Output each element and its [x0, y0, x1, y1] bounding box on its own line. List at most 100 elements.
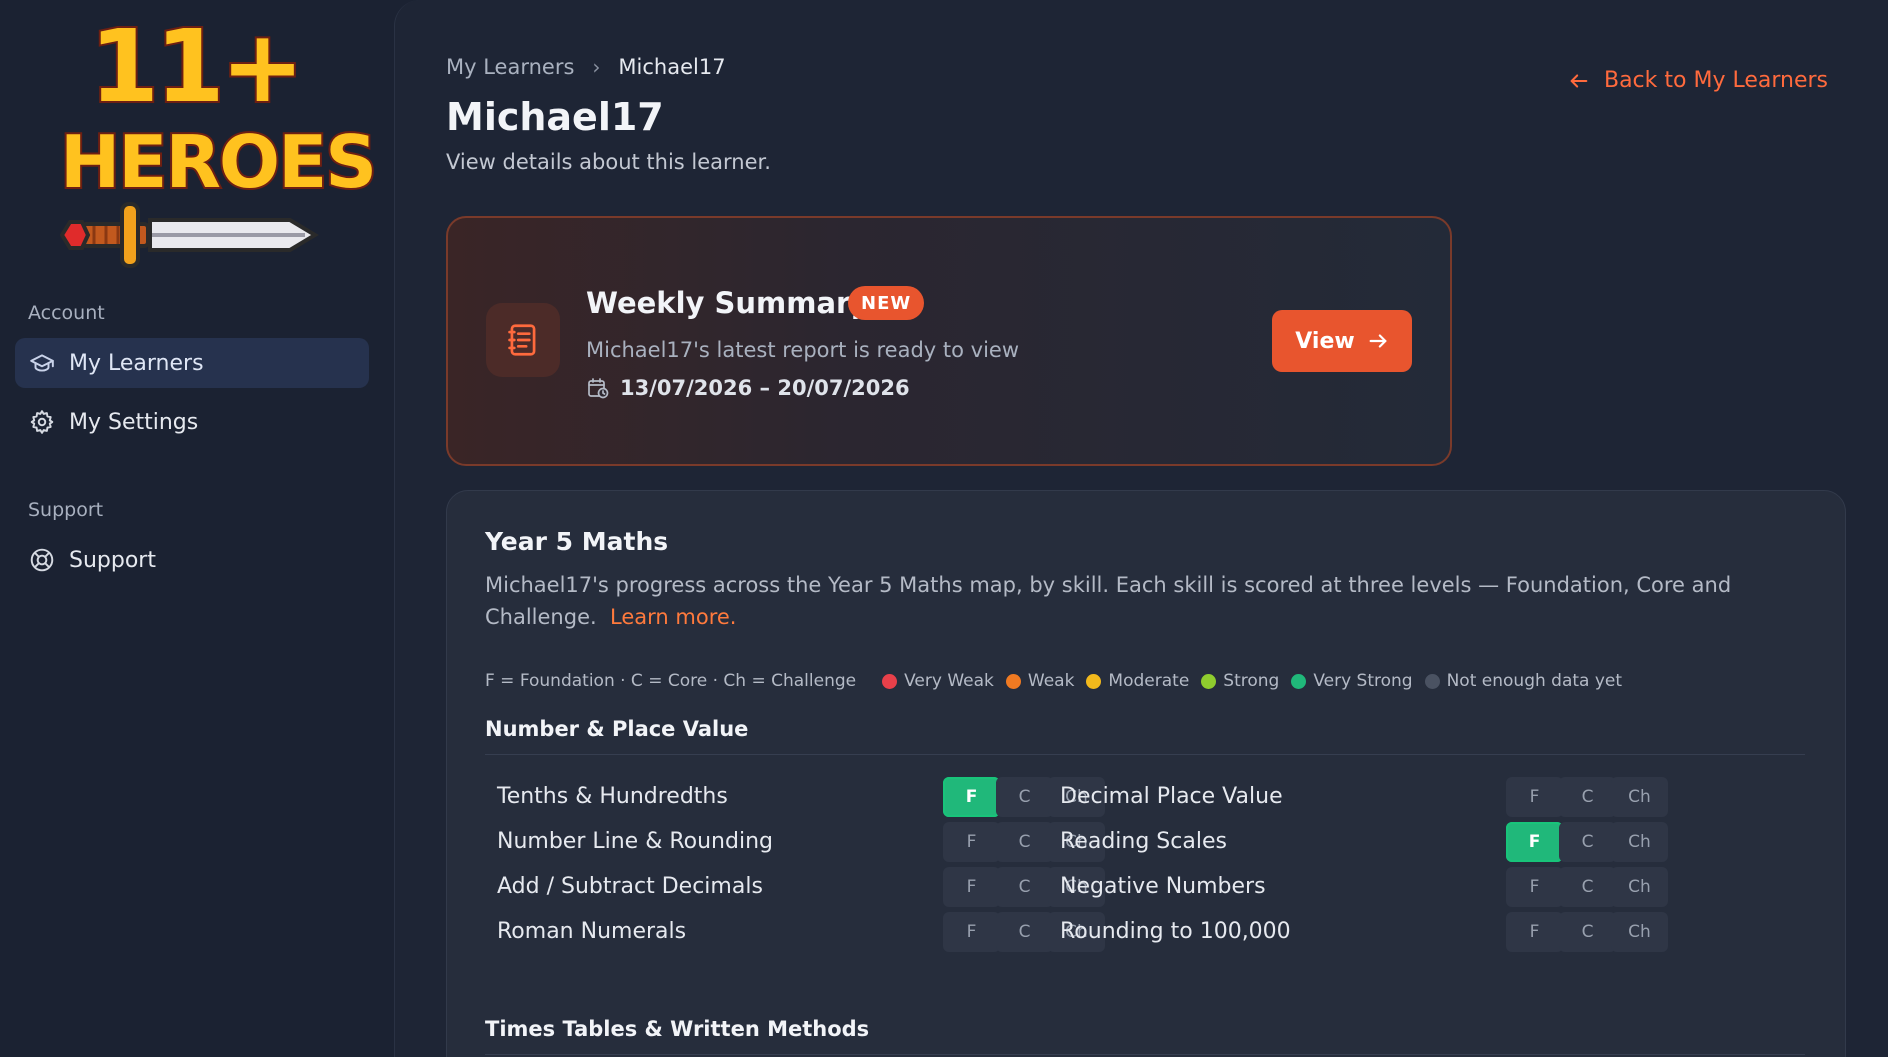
legend-dot	[1086, 673, 1102, 689]
arrow-right-icon	[1369, 334, 1387, 348]
sidebar-item-my-settings[interactable]: My Settings	[15, 397, 369, 447]
skill-name: Reading Scales	[1060, 829, 1227, 854]
legend-item: Moderate	[1086, 671, 1189, 691]
logo-line-2: HEROES	[58, 118, 379, 206]
new-badge: NEW	[848, 286, 925, 320]
skill-level-ch[interactable]: Ch	[1611, 822, 1668, 862]
legend-label: Very Weak	[904, 671, 994, 691]
back-to-my-learners-link[interactable]: Back to My Learners	[1568, 68, 1828, 93]
skill-level-f[interactable]: F	[1506, 777, 1563, 817]
skill-row: Rounding to 100,000 F C Ch	[1060, 912, 1668, 952]
section-divider	[485, 754, 1805, 755]
skill-level-c[interactable]: C	[1559, 867, 1616, 907]
legend-label: Not enough data yet	[1446, 671, 1623, 691]
skill-name: Rounding to 100,000	[1060, 919, 1291, 944]
skill-level-f[interactable]: F	[1506, 912, 1563, 952]
legend-label: Strong	[1223, 671, 1280, 691]
legend: F = Foundation · C = Core · Ch = Challen…	[485, 671, 1634, 691]
skill-row: Tenths & Hundredths F C Ch	[497, 777, 1105, 817]
skill-level-c[interactable]: C	[996, 912, 1053, 952]
skill-level-f[interactable]: F	[943, 867, 1000, 907]
arrow-left-icon	[1570, 73, 1588, 88]
app-logo[interactable]: 11+ HEROES	[58, 6, 379, 268]
skill-level-c[interactable]: C	[996, 777, 1053, 817]
skill-level-c[interactable]: C	[1559, 912, 1616, 952]
report-icon	[486, 303, 560, 377]
skill-level-f[interactable]: F	[1506, 822, 1563, 862]
sword-icon	[60, 202, 319, 268]
legend-label: Very Strong	[1313, 671, 1413, 691]
legend-key: F = Foundation · C = Core · Ch = Challen…	[485, 671, 857, 691]
sidebar-item-support[interactable]: Support	[15, 535, 369, 585]
skill-level-f[interactable]: F	[943, 912, 1000, 952]
legend-dot	[1005, 673, 1021, 689]
skill-row: Reading Scales F C Ch	[1060, 822, 1668, 862]
breadcrumb: My Learners › Michael17	[446, 55, 726, 79]
skill-name: Negative Numbers	[1060, 874, 1266, 899]
sidebar-item-my-learners[interactable]: My Learners	[15, 338, 369, 388]
calendar-clock-icon	[588, 378, 609, 399]
sidebar-item-label: Support	[69, 547, 156, 573]
skill-name: Add / Subtract Decimals	[497, 874, 763, 899]
sidebar-item-label: My Settings	[69, 409, 199, 435]
maths-description: Michael17's progress across the Year 5 M…	[485, 569, 1785, 633]
legend-label: Moderate	[1108, 671, 1190, 691]
legend-item: Strong	[1201, 671, 1279, 691]
back-link-label: Back to My Learners	[1603, 68, 1828, 93]
graduation-cap-icon	[30, 354, 54, 372]
skill-row: Negative Numbers F C Ch	[1060, 867, 1668, 907]
main-content: My Learners › Michael17 Back to My Learn…	[394, 0, 1888, 1057]
skill-name: Decimal Place Value	[1060, 784, 1283, 809]
page-subtitle: View details about this learner.	[446, 150, 771, 174]
logo-line-1: 11+	[88, 6, 307, 127]
skill-level-ch[interactable]: Ch	[1611, 912, 1668, 952]
skill-level-ch[interactable]: Ch	[1611, 867, 1668, 907]
weekly-summary-dates: 13/07/2026 – 20/07/2026	[586, 376, 910, 400]
skill-name: Roman Numerals	[497, 919, 687, 944]
skill-level-f[interactable]: F	[943, 777, 1000, 817]
skill-level-c[interactable]: C	[1559, 777, 1616, 817]
nav-section-support: Support	[28, 499, 104, 521]
section-title-times-tables: Times Tables & Written Methods	[485, 1017, 870, 1041]
skill-row: Roman Numerals F C Ch	[497, 912, 1105, 952]
skill-level-ch[interactable]: Ch	[1611, 777, 1668, 817]
skill-level-c[interactable]: C	[1559, 822, 1616, 862]
section-title-number-place-value: Number & Place Value	[485, 717, 749, 741]
view-report-button[interactable]: View	[1272, 310, 1412, 372]
skill-name: Number Line & Rounding	[497, 829, 773, 854]
year5-maths-card: Year 5 Maths Michael17's progress across…	[446, 490, 1846, 1057]
view-button-label: View	[1295, 328, 1355, 354]
sidebar: 11+ HEROES Account My Learners My Settin…	[0, 0, 392, 1057]
legend-item: Weak	[1005, 671, 1075, 691]
skill-row: Add / Subtract Decimals F C Ch	[497, 867, 1105, 907]
page-title: Michael17	[446, 95, 664, 139]
skill-row: Number Line & Rounding F C Ch	[497, 822, 1105, 862]
legend-dot	[882, 673, 898, 689]
breadcrumb-current: Michael17	[618, 55, 726, 79]
skill-name: Tenths & Hundredths	[497, 784, 728, 809]
legend-dot	[1291, 673, 1307, 689]
weekly-summary-card: Weekly Summary NEW Michael17's latest re…	[446, 216, 1452, 466]
skill-level-f[interactable]: F	[943, 822, 1000, 862]
skill-row: Decimal Place Value F C Ch	[1060, 777, 1668, 817]
weekly-summary-text: Michael17's latest report is ready to vi…	[586, 338, 1020, 362]
breadcrumb-link-my-learners[interactable]: My Learners	[446, 55, 574, 79]
skill-level-c[interactable]: C	[996, 867, 1053, 907]
lifebuoy-icon	[30, 548, 54, 572]
legend-item: Very Strong	[1291, 671, 1413, 691]
sidebar-item-label: My Learners	[69, 350, 204, 376]
skill-level-c[interactable]: C	[996, 822, 1053, 862]
legend-label: Weak	[1027, 671, 1075, 691]
legend-dot	[1201, 673, 1217, 689]
legend-item: Very Weak	[882, 671, 994, 691]
gear-icon	[30, 410, 54, 434]
nav-section-account: Account	[28, 302, 105, 324]
skill-level-f[interactable]: F	[1506, 867, 1563, 907]
maths-title: Year 5 Maths	[485, 527, 669, 556]
legend-item: Not enough data yet	[1424, 671, 1623, 691]
date-range: 13/07/2026 – 20/07/2026	[620, 376, 910, 400]
learn-more-link[interactable]: Learn more.	[610, 605, 736, 629]
chevron-right-icon: ›	[592, 55, 601, 79]
weekly-summary-title: Weekly Summary	[586, 286, 870, 320]
section-divider	[485, 1054, 1805, 1055]
